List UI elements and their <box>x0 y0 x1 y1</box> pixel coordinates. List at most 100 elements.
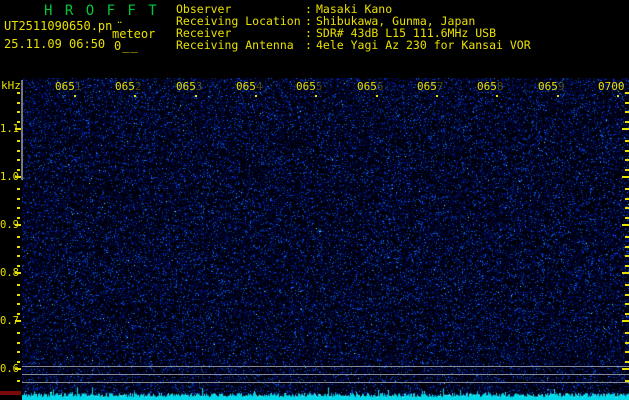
y-minor-tick-left <box>17 332 20 334</box>
y-minor-tick-right <box>625 92 629 94</box>
x-tick-label-lastdigit: 9 <box>558 80 565 93</box>
x-tick-mark <box>134 95 136 97</box>
x-tick-label: 0657 <box>417 81 444 92</box>
reference-line-1 <box>22 366 629 367</box>
x-tick-label-main: 065 <box>236 80 256 93</box>
y-minor-tick-left <box>17 111 20 113</box>
x-tick-mark <box>74 95 76 97</box>
y-major-tick-left <box>15 320 21 322</box>
y-minor-tick-left <box>17 217 20 219</box>
x-tick-label-main: 065 <box>538 80 558 93</box>
x-tick-label-main: 065 <box>417 80 437 93</box>
x-tick-label-lastdigit: 8 <box>497 80 504 93</box>
app-title: H R O F F T <box>44 4 159 18</box>
x-tick-label-main: 065 <box>357 80 377 93</box>
station-info: Observer: Masaki Kano Receiving Location: S… <box>176 4 629 52</box>
y-minor-tick-left <box>17 361 20 363</box>
y-minor-tick-right <box>625 159 629 161</box>
y-minor-tick-right <box>625 255 629 257</box>
x-tick-label: 0655 <box>296 81 323 92</box>
start-marker-line <box>21 80 23 180</box>
y-minor-tick-right <box>625 294 629 296</box>
hrofft-screenshot: H R O F F T UT2511090650.pn ¨ meteor 25.… <box>0 0 629 400</box>
y-minor-tick-left <box>17 121 20 123</box>
y-minor-tick-left <box>17 380 20 382</box>
y-minor-tick-left <box>17 246 20 248</box>
y-major-tick-right <box>622 176 629 178</box>
x-tick-label-main: 065 <box>176 80 196 93</box>
x-tick-label: 0659 <box>538 81 565 92</box>
y-minor-tick-right <box>625 265 629 267</box>
x-tick-label-lastdigit: 1 <box>75 80 82 93</box>
y-minor-tick-left <box>17 236 20 238</box>
y-major-tick-right <box>622 272 629 274</box>
x-tick-mark <box>496 95 498 97</box>
level-marker-bar <box>0 391 21 395</box>
x-tick-label-main: 065 <box>55 80 75 93</box>
capture-datetime: 25.11.09 06:50 <box>4 38 105 50</box>
x-tick-mark <box>557 95 559 97</box>
y-minor-tick-left <box>17 284 20 286</box>
y-minor-tick-right <box>625 313 629 315</box>
y-minor-tick-right <box>625 380 629 382</box>
x-tick-label-main: 065 <box>115 80 135 93</box>
y-minor-tick-right <box>625 121 629 123</box>
station-field-row: Receiving Antenna:4ele Yagi Az 230 for K… <box>176 40 629 52</box>
y-minor-tick-right <box>625 150 629 152</box>
y-minor-tick-right <box>625 102 629 104</box>
y-minor-tick-right <box>625 332 629 334</box>
y-minor-tick-right <box>625 284 629 286</box>
y-minor-tick-right <box>625 236 629 238</box>
capture-filename: UT2511090650.pn <box>4 20 112 32</box>
y-minor-tick-right <box>625 246 629 248</box>
y-minor-tick-right <box>625 169 629 171</box>
y-minor-tick-right <box>625 342 629 344</box>
y-minor-tick-left <box>17 207 20 209</box>
x-tick-label-lastdigit: 2 <box>135 80 142 93</box>
y-minor-tick-right <box>625 188 629 190</box>
reference-line-3 <box>22 382 629 383</box>
x-tick-label-lastdigit: 0 <box>618 80 625 93</box>
station-field-label: Receiving Antenna <box>176 40 294 52</box>
y-minor-tick-left <box>17 255 20 257</box>
x-tick-label-lastdigit: 5 <box>316 80 323 93</box>
y-minor-tick-left <box>17 150 20 152</box>
y-minor-tick-right <box>625 198 629 200</box>
y-minor-tick-right <box>625 361 629 363</box>
y-major-tick-right <box>622 224 629 226</box>
x-tick-label-lastdigit: 7 <box>437 80 444 93</box>
y-minor-tick-right <box>625 351 629 353</box>
y-axis-unit-label: kHz <box>1 80 21 91</box>
y-major-tick-right <box>622 128 629 130</box>
x-tick-mark <box>255 95 257 97</box>
station-field-value: 4ele Yagi Az 230 for Kansai VOR <box>316 40 531 52</box>
y-minor-tick-left <box>17 342 20 344</box>
counter-text: 0__ <box>114 40 139 52</box>
x-tick-label-main: 065 <box>477 80 497 93</box>
x-tick-mark <box>436 95 438 97</box>
y-minor-tick-left <box>17 294 20 296</box>
y-minor-tick-left <box>17 102 20 104</box>
y-minor-tick-left <box>17 92 20 94</box>
y-minor-tick-left <box>17 303 20 305</box>
y-minor-tick-right <box>625 111 629 113</box>
y-minor-tick-left <box>17 188 20 190</box>
x-tick-mark <box>315 95 317 97</box>
y-minor-tick-right <box>625 140 629 142</box>
y-minor-tick-left <box>17 140 20 142</box>
x-tick-label: 0656 <box>357 81 384 92</box>
x-tick-label-main: 070 <box>598 80 618 93</box>
y-minor-tick-left <box>17 313 20 315</box>
y-minor-tick-left <box>17 198 20 200</box>
x-tick-mark <box>195 95 197 97</box>
x-tick-label: 0700 <box>598 81 625 92</box>
x-tick-label: 0653 <box>176 81 203 92</box>
y-major-tick-left <box>15 224 21 226</box>
y-major-tick-left <box>15 368 21 370</box>
x-tick-label: 0652 <box>115 81 142 92</box>
y-minor-tick-right <box>625 303 629 305</box>
x-tick-label: 0658 <box>477 81 504 92</box>
x-tick-label-lastdigit: 4 <box>256 80 263 93</box>
y-major-tick-left <box>15 272 21 274</box>
x-tick-label-lastdigit: 6 <box>377 80 384 93</box>
